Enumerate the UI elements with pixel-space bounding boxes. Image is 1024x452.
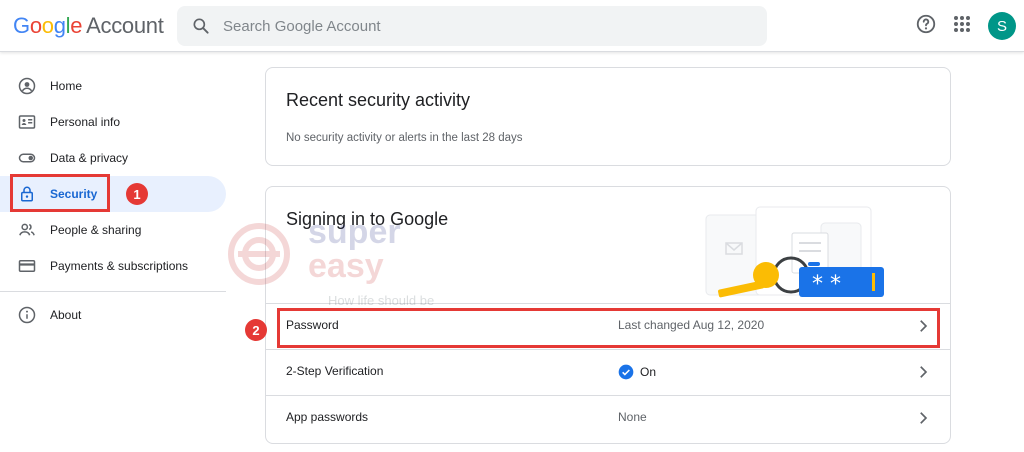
callout-badge-2: 2	[245, 319, 267, 341]
logo-letter: o	[29, 13, 42, 38]
help-icon	[915, 13, 937, 40]
search-icon[interactable]	[191, 16, 211, 36]
google-account-logo[interactable]: Google Account	[13, 13, 164, 39]
apps-button[interactable]	[950, 14, 974, 38]
sidebar-item-label: People & sharing	[50, 223, 142, 237]
toggle-icon	[18, 149, 36, 167]
sidebar-item-personal-info[interactable]: Personal info	[0, 104, 226, 140]
row-value-container: On	[618, 364, 656, 380]
sidebar-nav: Home Personal info Data & privacy Securi…	[0, 52, 240, 452]
people-icon	[18, 221, 36, 239]
row-label: App passwords	[286, 410, 369, 424]
search-bar[interactable]	[177, 6, 767, 46]
svg-text:* *: * *	[812, 272, 841, 297]
sidebar-item-label: Home	[50, 79, 83, 93]
security-illustration: * *	[705, 206, 884, 298]
help-button[interactable]	[914, 14, 938, 38]
recent-security-activity-card[interactable]: Recent security activity No security act…	[265, 67, 951, 166]
sidebar-item-people-sharing[interactable]: People & sharing	[0, 212, 226, 248]
logo-letter: g	[53, 13, 66, 38]
sidebar-item-label: Payments & subscriptions	[50, 259, 189, 273]
logo-letter: G	[13, 13, 30, 38]
credit-card-icon	[18, 257, 36, 275]
card-subtitle: No security activity or alerts in the la…	[286, 132, 523, 144]
sidebar-divider	[0, 291, 226, 292]
sidebar-item-home[interactable]: Home	[0, 68, 226, 104]
logo-letter: e	[70, 13, 83, 38]
callout-badge-1: 1	[126, 183, 148, 205]
sidebar-item-label: Data & privacy	[50, 151, 129, 165]
sidebar-item-label: About	[50, 308, 82, 322]
sidebar-item-label: Personal info	[50, 115, 121, 129]
logo-account-text: Account	[86, 13, 164, 38]
search-input[interactable]	[223, 6, 753, 46]
card-title: Recent security activity	[286, 90, 471, 110]
sidebar-item-about[interactable]: About	[0, 297, 226, 333]
app-passwords-row[interactable]: App passwords None	[266, 395, 950, 443]
id-card-icon	[18, 113, 36, 131]
highlight-box-security	[10, 174, 110, 212]
logo-letter: o	[41, 13, 54, 38]
avatar[interactable]: S	[988, 12, 1016, 40]
row-value: On	[640, 365, 657, 379]
card-title: Signing in to Google	[286, 209, 449, 229]
check-circle-icon	[618, 364, 634, 380]
row-label: 2-Step Verification	[286, 364, 384, 378]
chevron-right-icon	[914, 363, 932, 381]
highlight-box-password	[277, 308, 940, 348]
two-step-verification-row[interactable]: 2-Step Verification On	[266, 349, 950, 395]
apps-grid-icon	[953, 15, 971, 38]
sidebar-item-payments[interactable]: Payments & subscriptions	[0, 248, 226, 284]
chevron-right-icon	[914, 409, 932, 427]
row-value: None	[618, 410, 647, 424]
account-circle-icon	[18, 77, 36, 95]
info-icon	[18, 306, 36, 324]
top-app-bar: Google Account S	[0, 0, 1024, 52]
sidebar-item-data-privacy[interactable]: Data & privacy	[0, 140, 226, 176]
